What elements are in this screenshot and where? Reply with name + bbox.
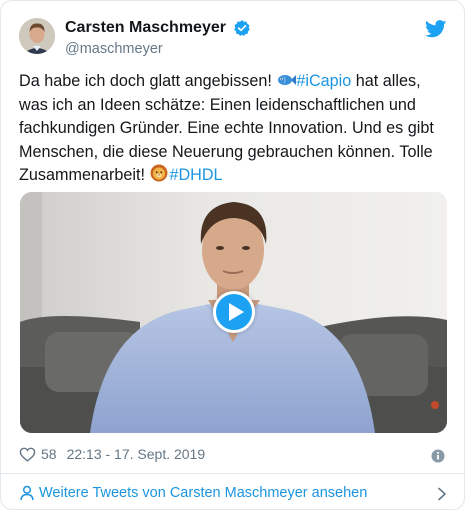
info-icon[interactable] (431, 446, 445, 463)
author-block: Carsten Maschmeyer @maschmeyer (65, 18, 251, 59)
tweet-text: Da habe ich doch glatt angebissen! #iCap… (19, 70, 449, 188)
avatar[interactable] (19, 18, 55, 54)
footer-divider (1, 473, 464, 474)
tweet-text-part: Da habe ich doch glatt angebissen! (19, 72, 277, 90)
hashtag-dhdl-link[interactable]: #DHDL (169, 166, 222, 184)
heart-icon[interactable] (19, 446, 36, 463)
person-icon (19, 485, 35, 501)
verified-badge-icon (233, 19, 251, 37)
more-tweets-label: Weitere Tweets von Carsten Maschmeyer an… (39, 485, 368, 502)
author-handle[interactable]: @maschmeyer (65, 39, 251, 59)
twitter-bird-icon[interactable] (425, 20, 447, 38)
tweet-meta: 58 22:13 - 17. Sept. 2019 (19, 441, 449, 465)
tweet-header: Carsten Maschmeyer @maschmeyer (19, 15, 449, 63)
hashtag-icapio-link[interactable]: #iCapio (296, 72, 351, 90)
chevron-right-icon (437, 486, 447, 501)
like-count[interactable]: 58 (41, 442, 57, 466)
tweet-card: Carsten Maschmeyer @maschmeyer Da habe i… (0, 0, 465, 510)
author-display-name[interactable]: Carsten Maschmeyer (65, 18, 226, 38)
more-tweets-link[interactable]: Weitere Tweets von Carsten Maschmeyer an… (19, 482, 449, 504)
tweet-timestamp[interactable]: 22:13 - 17. Sept. 2019 (67, 442, 206, 466)
lion-emoji (149, 164, 169, 182)
fish-emoji (276, 72, 297, 88)
play-icon[interactable] (213, 291, 255, 333)
video-player[interactable] (20, 192, 447, 433)
